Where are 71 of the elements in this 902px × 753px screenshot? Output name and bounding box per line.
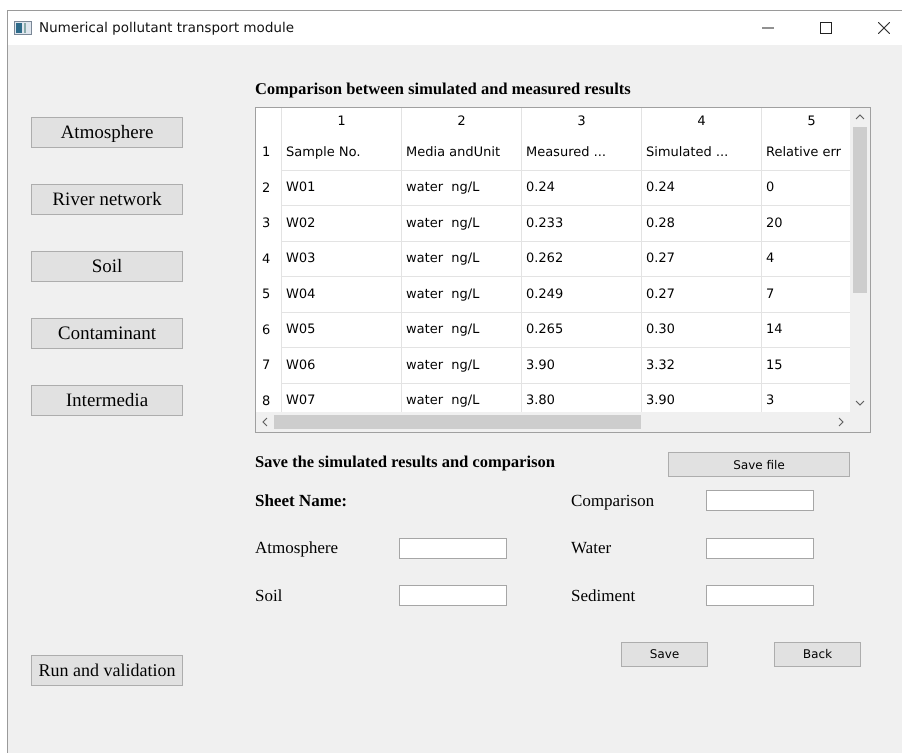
row-number: 4 [256, 242, 282, 277]
table-cell: 0.27 [642, 242, 762, 277]
table-cell: 0.233 [522, 206, 642, 242]
table-cell: 3.32 [642, 348, 762, 384]
table-cell: 0.262 [522, 242, 642, 277]
horizontal-scrollbar[interactable] [256, 412, 850, 432]
table-cell: water ng/L [402, 312, 522, 348]
close-icon[interactable] [878, 22, 890, 34]
row-number: 3 [256, 206, 282, 242]
table-cell: Sample No. [282, 135, 402, 170]
field-label: Atmosphere [255, 538, 338, 558]
table-cell: 0.24 [522, 170, 642, 206]
window-title: Numerical pollutant transport module [39, 20, 294, 36]
row-number: 6 [256, 312, 282, 348]
table-cell: W06 [282, 348, 402, 384]
table-cell: W04 [282, 277, 402, 312]
table-cell: water ng/L [402, 170, 522, 206]
action-button[interactable]: Save [621, 642, 708, 666]
maximize-icon[interactable] [820, 22, 832, 34]
input-field[interactable] [706, 490, 814, 512]
input-field[interactable] [706, 585, 814, 606]
table-cell: water ng/L [402, 206, 522, 242]
column-header: 1 [282, 108, 402, 135]
table-cell: water ng/L [402, 277, 522, 312]
column-header: 3 [522, 108, 642, 135]
nav-button[interactable]: Atmosphere [31, 117, 183, 148]
table-cell: W01 [282, 170, 402, 206]
field-label: Sediment [571, 586, 636, 606]
nav-button[interactable]: Contaminant [31, 318, 183, 349]
column-header: 4 [642, 108, 762, 135]
table-cell: Simulated ... [642, 135, 762, 170]
table-cell: 0.265 [522, 312, 642, 348]
nav-button[interactable]: River network [31, 184, 183, 215]
scroll-left-icon[interactable] [262, 417, 268, 427]
table-cell: 0.27 [642, 277, 762, 312]
run-button[interactable]: Run and validation [31, 655, 183, 686]
table-cell: Media andUnit [402, 135, 522, 170]
row-number: 7 [256, 348, 282, 384]
vertical-scrollbar[interactable] [850, 108, 870, 432]
table-cell: W03 [282, 242, 402, 277]
row-number: 5 [256, 277, 282, 312]
section-title: Save the simulated results and comparison [255, 452, 555, 472]
table-cell: Measured ... [522, 135, 642, 170]
section-title: Comparison between simulated and measured results [255, 79, 631, 99]
table-cell: 0.249 [522, 277, 642, 312]
table-cell: 3.90 [522, 348, 642, 384]
field-label: Comparison [571, 490, 654, 511]
table-cell: W02 [282, 206, 402, 242]
table-cell: 0.24 [642, 170, 762, 206]
action-button[interactable]: Back [774, 642, 861, 666]
input-field[interactable] [399, 538, 507, 559]
table-cell: water ng/L [402, 242, 522, 277]
save-file-button[interactable]: Save file [668, 452, 850, 477]
row-number: 2 [256, 170, 282, 206]
column-header: 2 [402, 108, 522, 135]
nav-button[interactable]: Intermedia [31, 385, 183, 416]
field-label: Soil [255, 586, 282, 606]
input-field[interactable] [706, 538, 814, 559]
table-cell: 0.28 [642, 206, 762, 242]
table-cell: 0.30 [642, 312, 762, 348]
table-cell: water ng/L [402, 348, 522, 384]
field-label: Water [571, 538, 612, 558]
sheet-name-label: Sheet Name: [255, 490, 348, 511]
input-field[interactable] [399, 585, 507, 606]
scroll-down-icon[interactable] [855, 400, 865, 406]
scroll-up-icon[interactable] [855, 114, 865, 120]
app-icon [14, 21, 32, 35]
row-number: 1 [256, 135, 282, 170]
nav-button[interactable]: Soil [31, 251, 183, 282]
table-cell: W05 [282, 312, 402, 348]
scroll-right-icon[interactable] [838, 417, 844, 427]
